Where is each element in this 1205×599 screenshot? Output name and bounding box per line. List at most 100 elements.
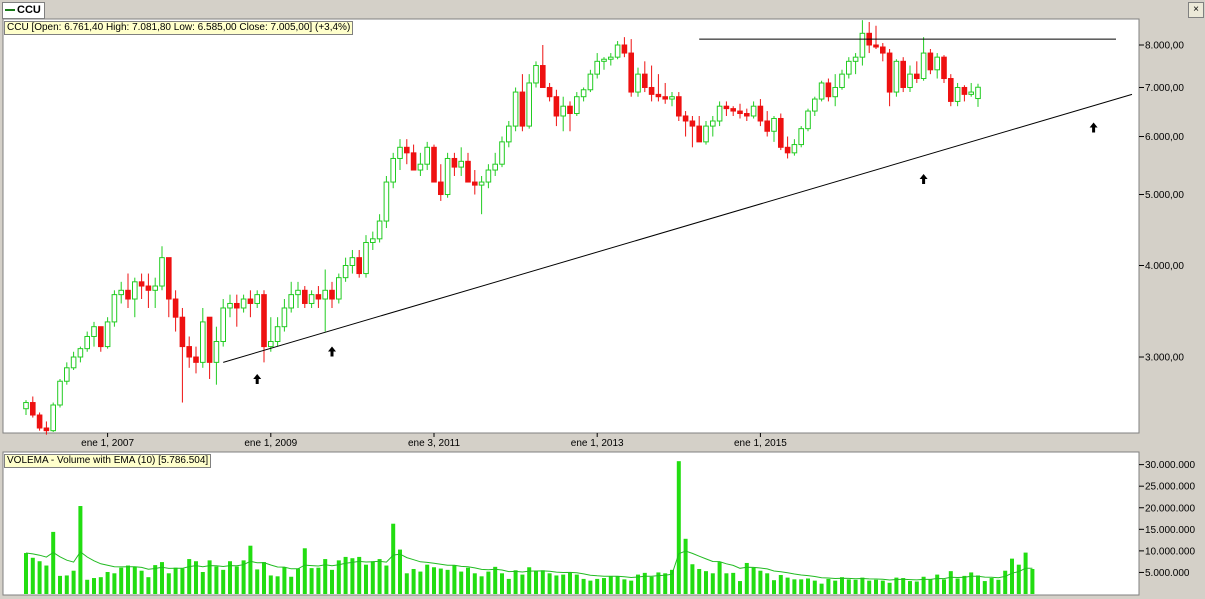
- candle-body-up: [574, 96, 580, 115]
- candle-body-up: [499, 141, 505, 165]
- candle-body-up: [111, 294, 118, 323]
- candle-body-down: [247, 298, 254, 304]
- volume-bar: [697, 568, 702, 594]
- volume-bar: [1003, 570, 1008, 594]
- candle-body-down: [234, 302, 240, 309]
- volume-bar: [282, 567, 287, 594]
- candle-body-up: [268, 340, 274, 348]
- candle-body-up: [227, 302, 233, 309]
- volume-bar: [867, 580, 872, 594]
- date-tick-label: ene 1, 2007: [81, 438, 134, 449]
- candle-body-up: [370, 238, 376, 243]
- volume-bar: [955, 578, 960, 594]
- volume-bar: [935, 574, 940, 594]
- volume-bar: [554, 575, 559, 594]
- candle-body-up: [458, 160, 464, 168]
- volume-bar: [874, 579, 878, 594]
- volume-bar: [1016, 564, 1021, 594]
- volume-bar: [24, 553, 28, 594]
- volume-bar: [812, 580, 817, 594]
- candle-body-down: [642, 73, 648, 88]
- candle-body-down: [757, 105, 764, 122]
- volume-bar: [153, 565, 158, 594]
- volume-bar: [989, 578, 994, 594]
- candle-body-up: [77, 348, 84, 358]
- candle-body-down: [764, 120, 771, 132]
- volume-bar: [200, 572, 205, 594]
- volume-bar: [778, 575, 783, 594]
- candle-body-up: [274, 326, 281, 342]
- candle-body-down: [315, 294, 322, 300]
- candle-body-down: [329, 289, 335, 300]
- volume-bar: [500, 573, 504, 594]
- candle-body-up: [213, 340, 220, 363]
- candle-body-up: [791, 144, 798, 154]
- volume-bar: [214, 566, 219, 594]
- candle-body-down: [186, 346, 192, 358]
- volume-bar: [724, 573, 729, 594]
- candle-body-down: [302, 289, 308, 304]
- candle-body-up: [485, 169, 492, 183]
- candle-body-up: [220, 307, 226, 342]
- candle-body-down: [472, 181, 478, 186]
- volume-bar: [173, 567, 178, 594]
- candle-body-down: [261, 294, 267, 348]
- candle-body-up: [342, 265, 349, 279]
- volume-bar: [581, 578, 586, 594]
- candle-body-down: [948, 78, 954, 102]
- volume-bar: [568, 572, 572, 594]
- candle-body-up: [295, 289, 301, 296]
- volume-info-box: VOLEMA - Volume with EMA (10) [5.786.504…: [4, 454, 212, 468]
- volume-bar: [445, 569, 450, 594]
- candle-body-up: [594, 60, 601, 75]
- volume-bar: [785, 577, 790, 594]
- volume-bar: [85, 579, 90, 594]
- candle-body-down: [166, 257, 172, 300]
- candle-body-up: [308, 294, 315, 304]
- candle-body-down: [682, 115, 689, 122]
- candle-body-up: [363, 241, 369, 275]
- candle-body-up: [417, 163, 424, 171]
- candle-body-down: [628, 52, 635, 93]
- price-tick-label: 5.000,00: [1145, 190, 1184, 201]
- volume-bar: [819, 583, 824, 594]
- volume-bar: [663, 573, 668, 594]
- candle-body-up: [580, 89, 587, 98]
- volume-bar: [976, 575, 980, 594]
- volume-tick-label: 20.000.000: [1145, 503, 1195, 514]
- candle-body-down: [662, 96, 669, 100]
- candle-body-down: [744, 113, 750, 117]
- candle-body-up: [907, 73, 913, 88]
- candle-body-up: [70, 356, 77, 369]
- volume-bar: [948, 571, 953, 594]
- volume-bar: [486, 571, 491, 594]
- volume-bar: [92, 578, 96, 594]
- volume-bar: [996, 579, 1001, 594]
- volume-bar: [132, 566, 137, 594]
- candle-body-up: [839, 73, 845, 88]
- volume-bar: [962, 575, 967, 594]
- volume-bar: [540, 570, 545, 594]
- candle-body-up: [91, 326, 97, 337]
- volume-bar: [248, 545, 253, 594]
- candle-body-up: [84, 335, 91, 350]
- candle-body-up: [50, 404, 57, 432]
- date-tick-label: ene 1, 2015: [734, 438, 787, 449]
- candle-body-down: [825, 82, 832, 98]
- volume-tick-label: 10.000.000: [1145, 546, 1195, 557]
- candle-body-up: [818, 82, 825, 100]
- volume-bar: [649, 576, 654, 594]
- volume-bar: [751, 567, 756, 594]
- candle-body-down: [546, 86, 553, 98]
- candle-body-up: [614, 44, 621, 58]
- candle-body-down: [689, 120, 696, 127]
- volume-bar: [438, 568, 443, 594]
- candle-body-down: [567, 105, 573, 115]
- candle-body-down: [880, 46, 886, 54]
- candle-body-down: [730, 108, 737, 112]
- volume-bar: [520, 574, 525, 594]
- candle-body-up: [349, 257, 356, 267]
- candle-body-down: [465, 160, 471, 183]
- volume-bar: [119, 567, 124, 594]
- volume-bar: [602, 578, 606, 594]
